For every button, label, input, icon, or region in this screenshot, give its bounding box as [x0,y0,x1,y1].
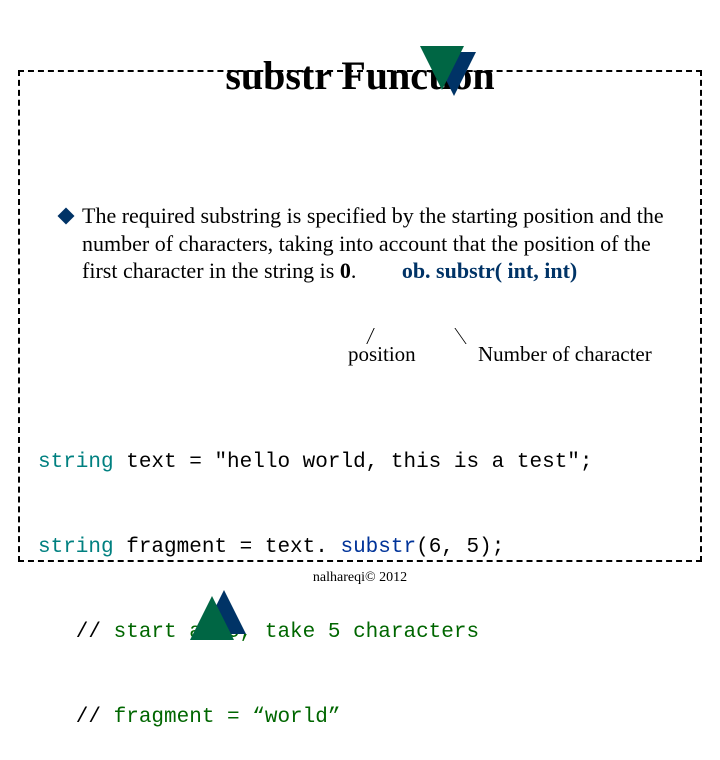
code-line-2: string fragment = text. substr(6, 5); [38,534,593,562]
code-line-1: string text = "hello world, this is a te… [38,449,593,477]
code-text: text = "hello world, this is a test"; [114,451,593,474]
code-args: (6, 5); [416,536,504,559]
method-signature: ob. substr( int, int) [402,258,577,283]
annotation-number: Number of character [478,342,652,367]
annotation-position: position [348,342,416,367]
code-line-4: // fragment = “world” [38,704,593,732]
code-comment: fragment = “world” [114,706,341,729]
bullet-diamond-icon [58,208,75,225]
footer-copyright: nalhareqi© 2012 [0,570,720,586]
bullet-zero: 0 [340,258,351,283]
code-comment-marker: // [38,706,114,729]
code-line-3: // start at 6, take 5 characters [38,619,593,647]
code-comment-marker: // [38,621,114,644]
code-text: fragment = text. [114,536,341,559]
content-area: The required substring is specified by t… [60,202,680,285]
bullet-item: The required substring is specified by t… [60,202,680,285]
code-keyword: string [38,451,114,474]
bullet-text: The required substring is specified by t… [82,202,680,285]
code-comment: start at 6, take 5 characters [114,621,479,644]
code-method: substr [340,536,416,559]
code-keyword: string [38,536,114,559]
bullet-dot: . [351,258,357,283]
